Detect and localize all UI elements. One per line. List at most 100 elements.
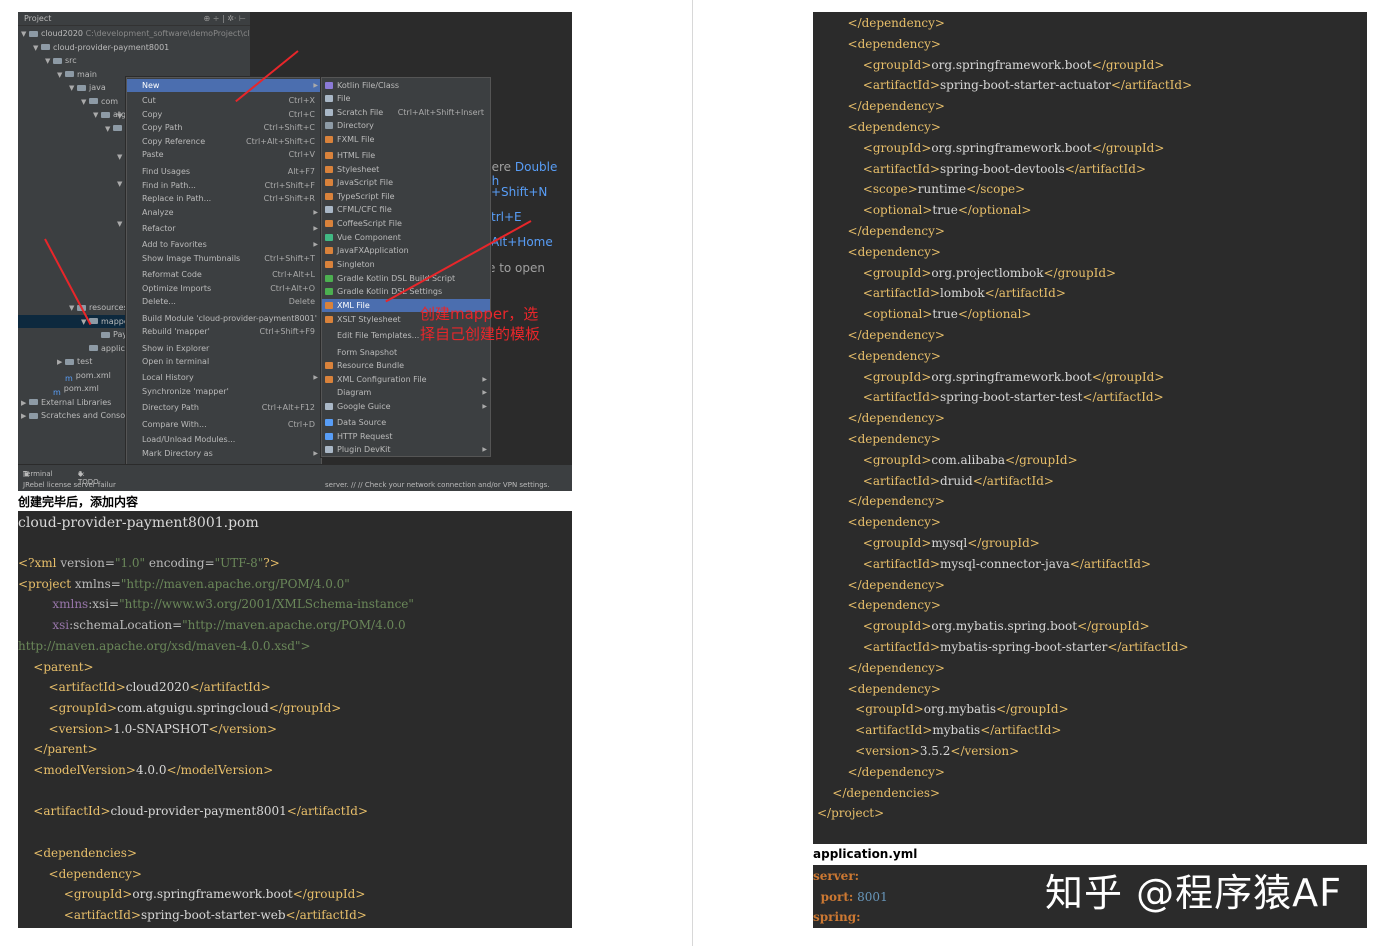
expand-arrow-icon[interactable]: ▼ [33,42,41,55]
context-menu-item[interactable]: Refactor ▶ [127,222,321,235]
context-menu-item[interactable]: Paste Ctrl+V [127,148,321,161]
submenu-item[interactable]: File [322,92,490,105]
submenu-item[interactable]: Kotlin File/Class [322,79,490,92]
expand-arrow-icon[interactable]: ▼ [21,28,29,41]
context-menu-item[interactable]: Load/Unload Modules... [127,433,321,446]
submenu-item[interactable]: Google Guice ▶ [322,400,490,413]
code-token: > [913,702,924,717]
submenu-item[interactable]: JavaScript File [322,176,490,189]
submenu-item[interactable]: FXML File [322,133,490,146]
submenu-item[interactable]: HTTP Request [322,430,490,443]
tree-item-label: pom.xml [75,370,111,380]
context-menu-item-label: Local History [142,373,194,382]
context-menu-item[interactable]: Find Usages Alt+F7 [127,165,321,178]
tree-item[interactable]: ▼ resources [18,301,128,314]
code-line: <groupId>org.projectlombok</groupId> [817,263,1116,283]
expand-arrow-icon[interactable]: ▼ [93,109,101,122]
context-menu-item[interactable]: Optimize Imports Ctrl+Alt+O [127,282,321,295]
context-menu-item[interactable]: Local History ▶ [127,371,321,384]
context-menu-item[interactable]: Mark Directory as ▶ [127,447,321,460]
expand-arrow-icon[interactable]: ▼ [69,82,77,95]
submenu-item[interactable]: CFML/CFC file [322,203,490,216]
context-menu-item[interactable]: New ▶ [127,79,321,92]
context-menu-item[interactable]: Copy Path Ctrl+Shift+C [127,121,321,134]
context-menu-item[interactable]: Open in terminal [127,355,321,368]
submenu-item[interactable]: Gradle Kotlin DSL Build Script [322,272,490,285]
expand-arrow-icon[interactable]: ▼ [117,151,125,164]
tree-item[interactable]: ▶ External Libraries [18,396,111,409]
tree-item[interactable]: ▶ Scratches and Console [18,409,132,422]
tree-item[interactable]: ▼ main [57,68,97,81]
context-menu-item[interactable]: Replace in Path... Ctrl+Shift+R [127,192,321,205]
tree-item[interactable]: ▼ [117,109,125,122]
submenu-item-label: FXML File [337,135,375,144]
context-menu-item[interactable]: Synchronize 'mapper' [127,385,321,398]
context-menu-item[interactable]: Cut Ctrl+X [127,94,321,107]
tree-item[interactable]: ▼ [117,217,125,230]
tree-item[interactable]: ▼ [105,122,125,135]
expand-arrow-icon[interactable]: ▶ [57,356,65,369]
expand-arrow-icon[interactable]: ▼ [81,96,89,109]
submenu-item[interactable]: Diagram ▶ [322,386,490,399]
expand-arrow-icon[interactable]: ▶ [21,397,29,410]
tree-item[interactable]: m pom.xml [18,382,99,397]
maven-icon: m [65,374,73,383]
context-menu-item[interactable]: Reformat Code Ctrl+Alt+L [127,268,321,281]
context-menu-item[interactable]: Add to Favorites ▶ [127,238,321,251]
submenu-item[interactable]: Scratch File Ctrl+Alt+Shift+Insert [322,106,490,119]
expand-arrow-icon[interactable]: ▼ [57,69,65,82]
tree-item[interactable]: m pom.xml [18,369,111,384]
code-token: > [934,494,945,509]
context-menu-item[interactable]: Copy Reference Ctrl+Alt+Shift+C [127,135,321,148]
context-menu-item[interactable]: Analyze ▶ [127,206,321,219]
panel-tools-icons[interactable]: ⊕ ÷ | ✲· ⊢ [204,12,247,25]
tree-item[interactable]: ▶ test [18,355,92,368]
tree-item[interactable]: Pay [18,328,127,341]
submenu-item[interactable]: Gradle Kotlin DSL Settings [322,285,490,298]
tree-item[interactable]: ▼ java [69,81,106,94]
submenu-item[interactable]: CoffeeScript File [322,217,490,230]
context-menu-item[interactable]: Copy Ctrl+C [127,108,321,121]
code-token: mybatis [932,723,981,738]
tree-item[interactable]: ▼ [117,177,125,190]
tree-item[interactable]: ▼ cloud-provider-payment8001 [33,41,169,54]
submenu-item[interactable]: TypeScript File [322,190,490,203]
project-title[interactable]: Project [24,14,51,23]
expand-arrow-icon[interactable]: ▼ [117,218,125,231]
submenu-item[interactable]: Stylesheet [322,163,490,176]
tree-item[interactable]: ▼ src [45,54,77,67]
submenu-item[interactable]: XML Configuration File ▶ [322,373,490,386]
tree-item[interactable]: applic [18,342,125,355]
context-menu-item-label: Copy Path [142,123,183,132]
submenu-item[interactable]: Singleton [322,258,490,271]
tree-item[interactable]: ▼ com [81,95,118,108]
expand-arrow-icon[interactable]: ▼ [45,55,53,68]
expand-arrow-icon[interactable]: ▶ [21,410,29,423]
context-menu-item[interactable]: Directory Path Ctrl+Alt+F12 [127,401,321,414]
expand-arrow-icon[interactable]: ▼ [105,123,113,136]
submenu-item[interactable]: Form Snapshot [322,346,490,359]
tree-item[interactable]: ▼ cloud2020 C:\development_software\demoP… [21,27,250,40]
context-menu-item[interactable]: Show Image Thumbnails Ctrl+Shift+T [127,252,321,265]
tree-item[interactable]: ▼ [117,150,125,163]
context-menu-item[interactable]: Find in Path... Ctrl+Shift+F [127,179,321,192]
context-menu-item[interactable]: Compare With... Ctrl+D [127,418,321,431]
context-menu-item[interactable]: Build Module 'cloud-provider-payment8001… [127,312,321,325]
context-menu-item[interactable]: Delete... Delete [127,295,321,308]
context-menu-item[interactable]: Show in Explorer [127,342,321,355]
submenu-item[interactable]: Directory [322,119,490,132]
expand-arrow-icon[interactable]: ▼ [117,110,125,123]
code-token: > [934,764,945,779]
submenu-item[interactable]: Vue Component [322,231,490,244]
folder-icon [89,345,98,351]
submenu-item[interactable]: HTML File [322,149,490,162]
expand-arrow-icon[interactable]: ▼ [117,178,125,191]
submenu-item[interactable]: Plugin DevKit ▶ [322,443,490,456]
code-token: <groupId [862,140,922,155]
context-menu-item-label: Refactor [142,224,176,233]
context-menu-item[interactable]: Rebuild 'mapper' Ctrl+Shift+F9 [127,325,321,338]
submenu-item[interactable]: Data Source [322,416,490,429]
submenu-item[interactable]: Resource Bundle [322,359,490,372]
expand-arrow-icon[interactable]: ▼ [69,302,77,315]
